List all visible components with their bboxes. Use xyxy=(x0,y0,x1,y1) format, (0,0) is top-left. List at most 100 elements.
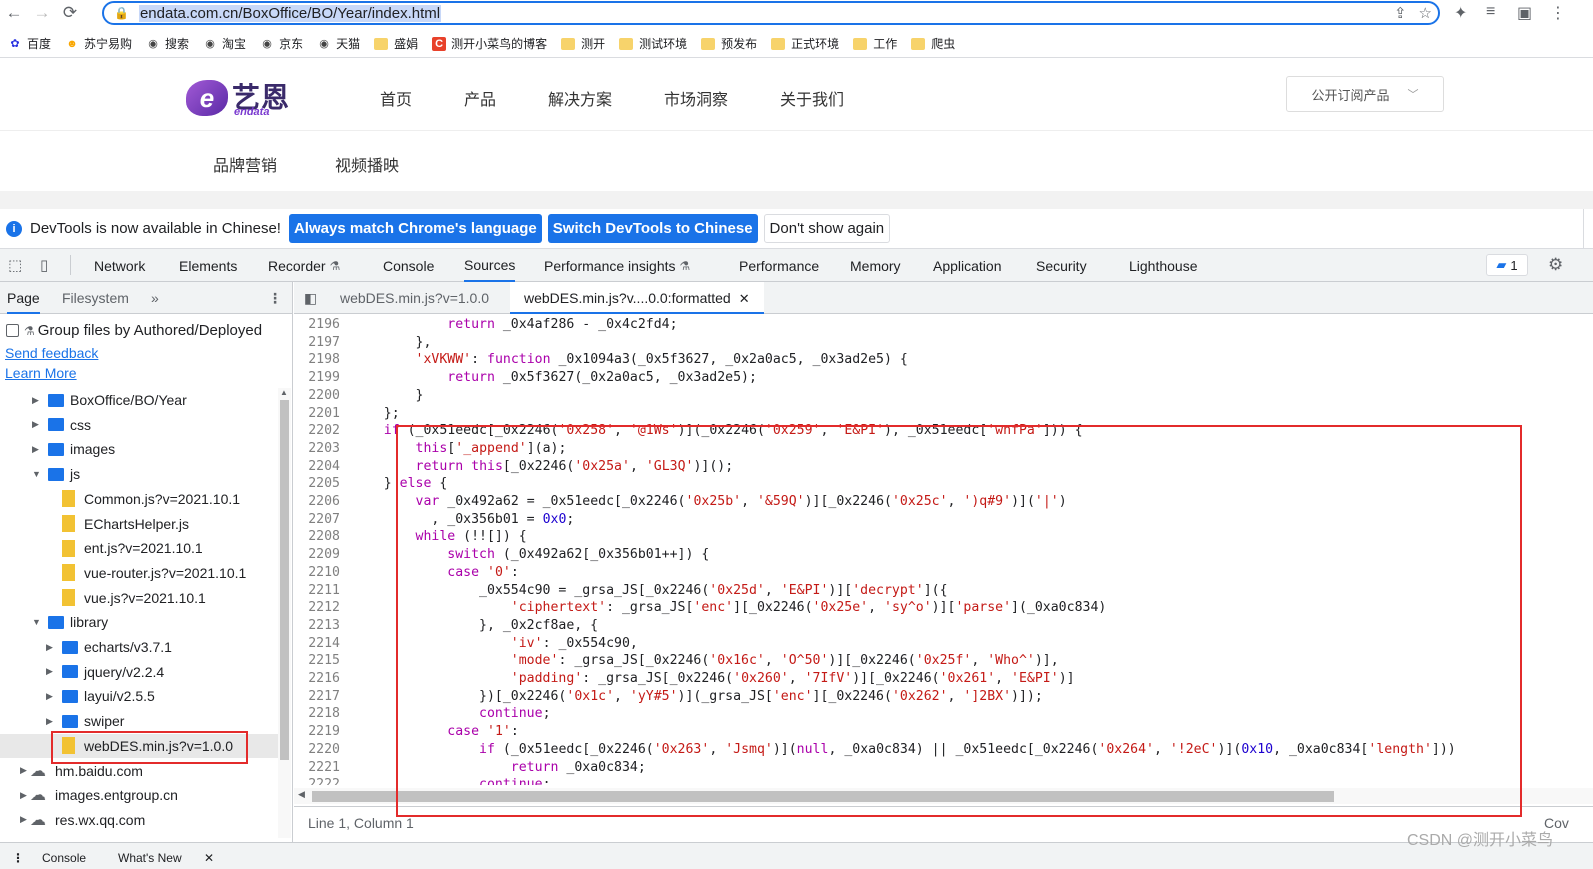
code-line[interactable]: 2199 return _0x5f3627(_0x2a0ac5, _0x3ad2… xyxy=(294,370,1593,388)
tab-filesystem[interactable]: Filesystem xyxy=(62,290,129,306)
code-line[interactable]: 2198 'xVKWW': function _0x1094a3(_0x5f36… xyxy=(294,352,1593,370)
line-number[interactable]: 2215 xyxy=(294,653,340,668)
more-tabs-icon[interactable]: » xyxy=(151,290,159,306)
tree-item[interactable]: vue-router.js?v=2021.10.1 xyxy=(0,561,278,585)
tree-item[interactable]: ▶ jquery/v2.2.4 xyxy=(0,660,278,684)
bookmark-item[interactable]: 测开 xyxy=(561,35,605,52)
menu-icon[interactable]: ⋮ xyxy=(1550,3,1566,23)
line-number[interactable]: 2213 xyxy=(294,618,340,633)
settings-gear-icon[interactable]: ⚙ xyxy=(1548,255,1563,275)
line-number[interactable]: 2201 xyxy=(294,406,340,421)
reload-button[interactable]: ⟳ xyxy=(56,1,84,25)
tab-lighthouse[interactable]: Lighthouse xyxy=(1129,249,1198,282)
tree-item[interactable]: vue.js?v=2021.10.1 xyxy=(0,586,278,610)
inspect-element-icon[interactable]: ⬚ xyxy=(8,256,22,274)
subnav-video[interactable]: 视频播映 xyxy=(335,152,399,176)
navigator-menu-icon[interactable]: ⋮ xyxy=(268,290,282,307)
tree-item[interactable]: ▶ swiper xyxy=(0,709,278,733)
nav-market-insight[interactable]: 市场洞察 xyxy=(664,86,728,110)
code-line[interactable]: 2201 }; xyxy=(294,406,1593,424)
line-number[interactable]: 2220 xyxy=(294,742,340,757)
collapse-arrow-icon[interactable]: ▶ xyxy=(20,765,27,776)
collapse-arrow-icon[interactable]: ▶ xyxy=(46,666,53,677)
tab-console[interactable]: Console xyxy=(383,249,434,282)
bookmark-item[interactable]: ◉ 京东 xyxy=(260,35,303,52)
tree-item[interactable]: ▶ css xyxy=(0,413,278,437)
line-number[interactable]: 2197 xyxy=(294,335,340,350)
back-button[interactable]: ← xyxy=(0,1,28,25)
collapse-arrow-icon[interactable]: ▶ xyxy=(32,419,39,430)
drawer-tab-console[interactable]: Console xyxy=(42,851,86,865)
line-number[interactable]: 2199 xyxy=(294,370,340,385)
drawer-tab-whats-new[interactable]: What's New xyxy=(118,851,182,865)
tab-elements[interactable]: Elements xyxy=(179,249,237,282)
line-number[interactable]: 2208 xyxy=(294,529,340,544)
subscribe-dropdown[interactable]: 公开订阅产品 ﹀ xyxy=(1286,76,1444,112)
close-drawer-icon[interactable]: ✕ xyxy=(204,851,214,865)
tree-item[interactable]: ▼ library xyxy=(0,610,278,634)
scroll-up-icon[interactable]: ▲ xyxy=(280,388,288,397)
line-number[interactable]: 2200 xyxy=(294,388,340,403)
nav-about[interactable]: 关于我们 xyxy=(780,86,844,110)
match-language-button[interactable]: Always match Chrome's language xyxy=(288,214,542,243)
line-number[interactable]: 2207 xyxy=(294,512,340,527)
share-icon[interactable]: ⇪ xyxy=(1394,4,1407,22)
devtools-resizer[interactable] xyxy=(0,191,1593,209)
side-panel-icon[interactable]: ▣ xyxy=(1517,3,1532,23)
collapse-arrow-icon[interactable]: ▶ xyxy=(32,444,39,455)
forward-button[interactable]: → xyxy=(28,1,56,25)
tab-security[interactable]: Security xyxy=(1036,249,1087,282)
subnav-brand-marketing[interactable]: 品牌营销 xyxy=(213,152,277,176)
line-number[interactable]: 2202 xyxy=(294,423,340,438)
reading-list-icon[interactable]: ≡ xyxy=(1486,3,1495,21)
collapse-arrow-icon[interactable]: ▶ xyxy=(46,691,53,702)
line-number[interactable]: 2217 xyxy=(294,689,340,704)
bookmark-item[interactable]: 正式环境 xyxy=(771,35,839,52)
scroll-left-icon[interactable]: ◀ xyxy=(298,789,305,800)
bookmark-item[interactable]: 工作 xyxy=(853,35,897,52)
code-line[interactable]: 2200 } xyxy=(294,388,1593,406)
bookmark-item[interactable]: 预发布 xyxy=(701,35,757,52)
tree-item[interactable]: ▼ js xyxy=(0,462,278,486)
tab-application[interactable]: Application xyxy=(933,249,1002,282)
bookmark-item[interactable]: ◉ 淘宝 xyxy=(203,35,246,52)
collapse-arrow-icon[interactable]: ▶ xyxy=(32,395,39,406)
bookmark-item[interactable]: ✿ 百度 xyxy=(8,35,51,52)
collapse-arrow-icon[interactable]: ▶ xyxy=(46,642,53,653)
tree-item[interactable]: Common.js?v=2021.10.1 xyxy=(0,487,278,511)
line-number[interactable]: 2203 xyxy=(294,441,340,456)
tab-network[interactable]: Network xyxy=(94,249,145,282)
learn-more-link[interactable]: Learn More xyxy=(5,365,77,381)
bookmark-item[interactable]: 爬虫 xyxy=(911,35,955,52)
issues-badge[interactable]: ▰ 1 xyxy=(1486,254,1528,276)
close-tab-icon[interactable]: ✕ xyxy=(739,291,750,306)
tab-sources[interactable]: Sources xyxy=(464,249,516,282)
editor-tab-minified[interactable]: webDES.min.js?v=1.0.0 xyxy=(340,290,489,306)
line-number[interactable]: 2214 xyxy=(294,636,340,651)
code-line[interactable]: 2197 }, xyxy=(294,335,1593,353)
tree-item[interactable]: ent.js?v=2021.10.1 xyxy=(0,536,278,560)
tab-memory[interactable]: Memory xyxy=(850,249,901,282)
collapse-arrow-icon[interactable]: ▶ xyxy=(20,814,27,825)
editor-tab-formatted[interactable]: webDES.min.js?v....0.0:formatted ✕ xyxy=(510,282,764,314)
tab-recorder[interactable]: Recorder ⚗ xyxy=(268,249,340,282)
code-line[interactable]: 2196 return _0x4af286 - _0x4c2fd4; xyxy=(294,317,1593,335)
line-number[interactable]: 2205 xyxy=(294,476,340,491)
tree-item[interactable]: ▶ ☁ res.wx.qq.com xyxy=(0,808,278,832)
line-number[interactable]: 2219 xyxy=(294,724,340,739)
dont-show-again-button[interactable]: Don't show again xyxy=(763,214,891,243)
line-number[interactable]: 2211 xyxy=(294,583,340,598)
tab-page[interactable]: Page xyxy=(7,290,40,314)
bookmark-item[interactable]: C 测开小菜鸟的博客 xyxy=(432,35,547,52)
tree-item[interactable]: ▶ images xyxy=(0,437,278,461)
line-number[interactable]: 2212 xyxy=(294,600,340,615)
lock-icon[interactable]: 🔒 xyxy=(114,6,129,20)
bookmark-item[interactable]: ☻ 苏宁易购 xyxy=(65,35,132,52)
tree-item[interactable]: ▶ echarts/v3.7.1 xyxy=(0,635,278,659)
line-number[interactable]: 2218 xyxy=(294,706,340,721)
expand-arrow-icon[interactable]: ▼ xyxy=(32,617,41,627)
line-number[interactable]: 2204 xyxy=(294,459,340,474)
line-number[interactable]: 2196 xyxy=(294,317,340,332)
drawer-menu-icon[interactable]: ⋮ xyxy=(12,851,24,865)
navigator-scrollbar[interactable]: ▲ xyxy=(278,388,291,838)
